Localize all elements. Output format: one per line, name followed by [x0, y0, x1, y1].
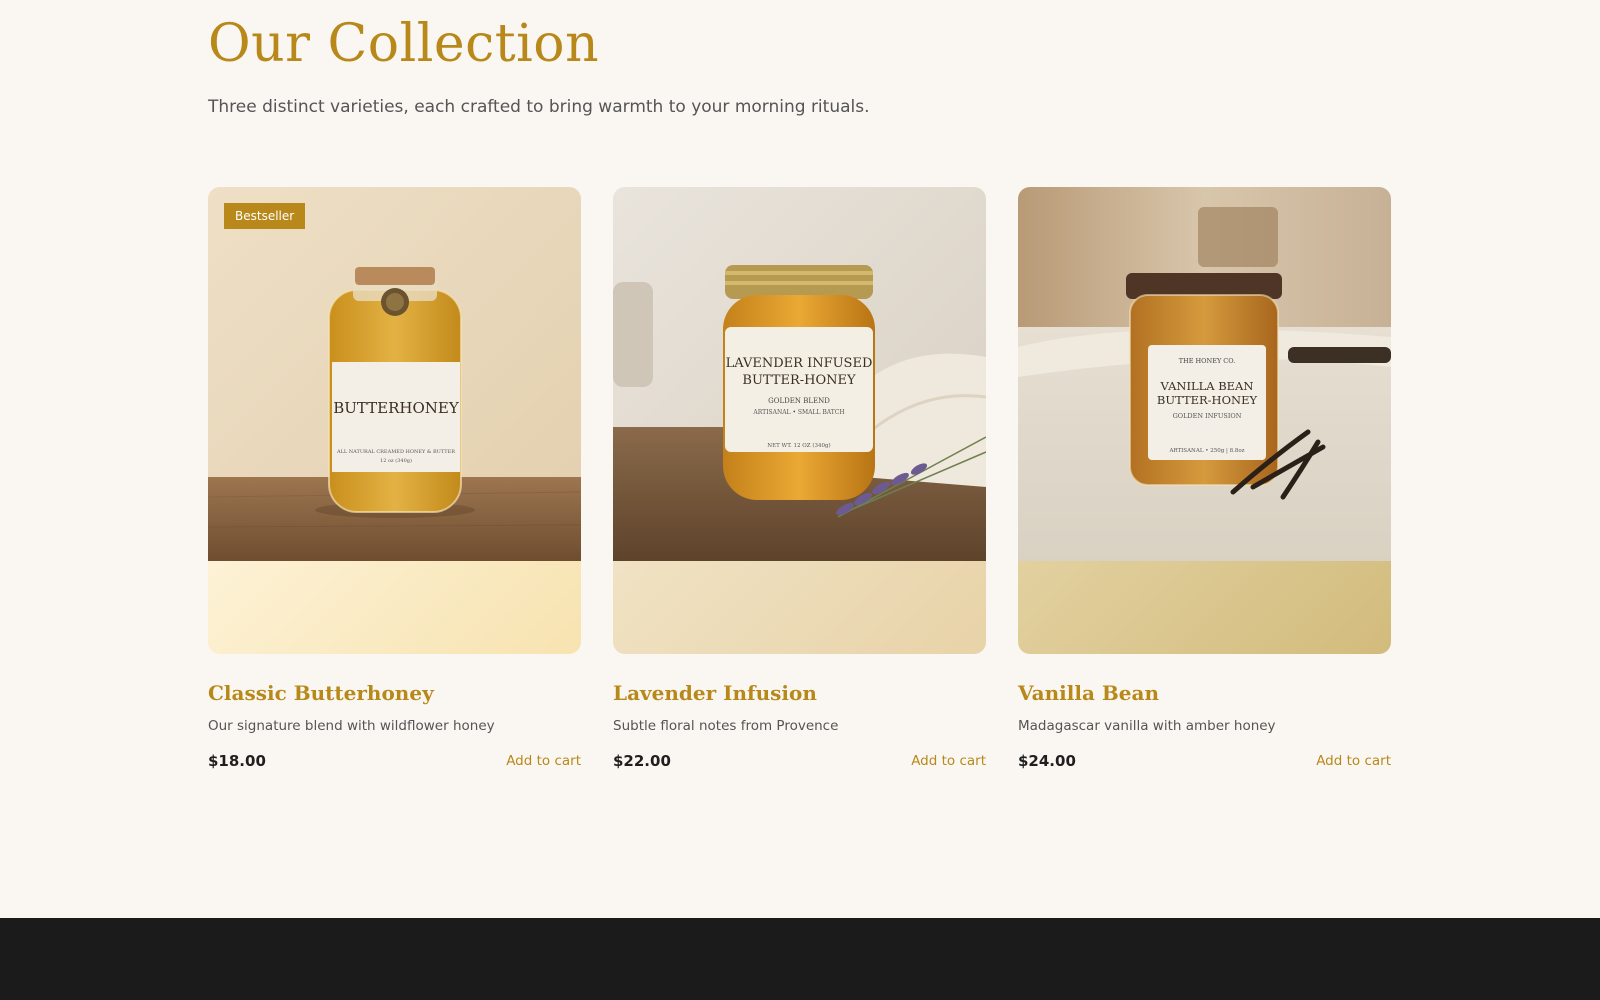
label-text: ARTISANAL • SMALL BATCH	[752, 409, 844, 416]
product-price: $22.00	[613, 752, 671, 770]
add-to-cart-button[interactable]: Add to cart	[1316, 753, 1391, 769]
product-image-lavender-jar[interactable]: LAVENDER INFUSED BUTTER-HONEY GOLDEN BLE…	[613, 187, 986, 561]
product-card-lavender-infusion[interactable]: LAVENDER INFUSED BUTTER-HONEY GOLDEN BLE…	[613, 187, 986, 770]
product-footer: $24.00 Add to cart	[1018, 752, 1391, 770]
label-text: 12 oz (340g)	[380, 457, 412, 464]
product-footer: $18.00 Add to cart	[208, 752, 581, 770]
product-media[interactable]: LAVENDER INFUSED BUTTER-HONEY GOLDEN BLE…	[613, 187, 986, 654]
product-description: Subtle floral notes from Provence	[613, 718, 839, 734]
product-color-band	[208, 561, 581, 654]
add-to-cart-button[interactable]: Add to cart	[506, 753, 581, 769]
label-text: GOLDEN BLEND	[768, 397, 830, 405]
label-text: LAVENDER INFUSED	[726, 356, 873, 371]
product-grid: Bestseller BUTTERHONEY ALL NATURAL CREAM…	[208, 187, 1392, 770]
bestseller-badge: Bestseller	[224, 203, 306, 229]
label-text: ALL NATURAL CREAMED HONEY & BUTTER	[336, 449, 455, 455]
product-card-classic-butterhoney[interactable]: Bestseller BUTTERHONEY ALL NATURAL CREAM…	[208, 187, 581, 770]
product-media[interactable]: THE HONEY CO. VANILLA BEAN BUTTER-HONEY …	[1018, 187, 1391, 654]
add-to-cart-button[interactable]: Add to cart	[911, 753, 986, 769]
label-text: GOLDEN INFUSION	[1173, 412, 1242, 420]
product-name[interactable]: Vanilla Bean	[1018, 681, 1391, 705]
label-text: BUTTER-HONEY	[1157, 393, 1258, 407]
site-footer	[0, 918, 1600, 1000]
product-name[interactable]: Classic Butterhoney	[208, 681, 581, 705]
product-name[interactable]: Lavender Infusion	[613, 681, 986, 705]
product-description: Madagascar vanilla with amber honey	[1018, 718, 1276, 734]
label-text: VANILLA BEAN	[1160, 379, 1254, 393]
product-image-vanilla-jar[interactable]: THE HONEY CO. VANILLA BEAN BUTTER-HONEY …	[1018, 187, 1391, 561]
product-media[interactable]: Bestseller BUTTERHONEY ALL NATURAL CREAM…	[208, 187, 581, 654]
page-title: Our Collection	[208, 14, 600, 74]
label-text: BUTTERHONEY	[333, 399, 460, 417]
product-color-band	[1018, 561, 1391, 654]
product-image-butterhoney-jar[interactable]: BUTTERHONEY ALL NATURAL CREAMED HONEY & …	[208, 187, 581, 561]
product-card-vanilla-bean[interactable]: THE HONEY CO. VANILLA BEAN BUTTER-HONEY …	[1018, 187, 1391, 770]
label-text: ARTISANAL • 250g | 8.8oz	[1168, 448, 1244, 454]
page-subtitle: Three distinct varieties, each crafted t…	[208, 97, 870, 117]
label-text: THE HONEY CO.	[1179, 357, 1236, 365]
product-price: $18.00	[208, 752, 266, 770]
label-text: BUTTER-HONEY	[742, 373, 856, 388]
product-color-band	[613, 561, 986, 654]
product-footer: $22.00 Add to cart	[613, 752, 986, 770]
label-text: NET WT. 12 OZ (340g)	[767, 442, 830, 449]
product-description: Our signature blend with wildflower hone…	[208, 718, 495, 734]
product-price: $24.00	[1018, 752, 1076, 770]
